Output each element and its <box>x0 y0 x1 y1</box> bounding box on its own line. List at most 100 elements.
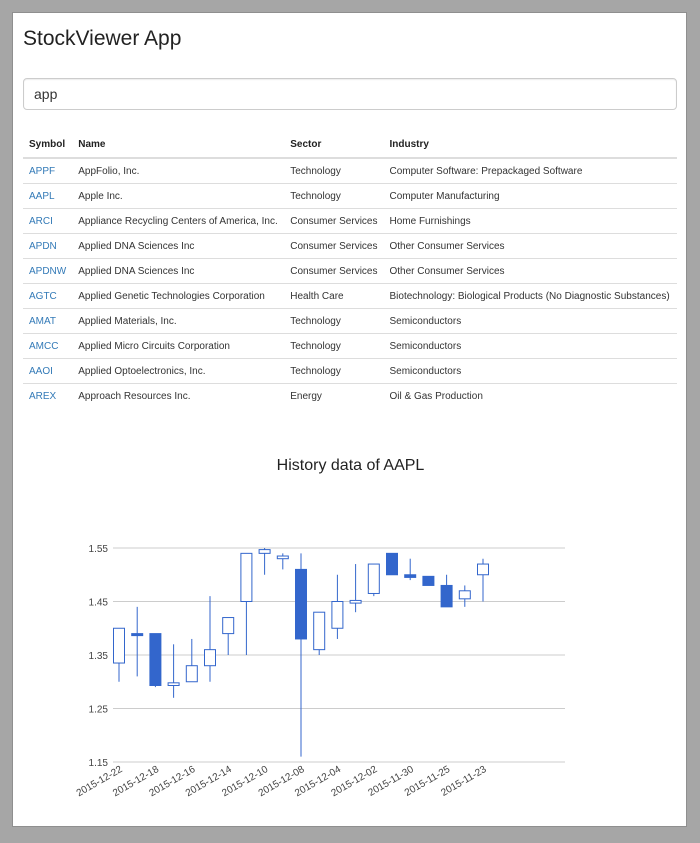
candle <box>167 644 180 698</box>
y-tick-label: 1.55 <box>89 544 109 555</box>
candle <box>185 638 198 683</box>
candle-body <box>240 552 253 602</box>
symbol-link[interactable]: AMAT <box>29 316 56 327</box>
industry-cell: Other Consumer Services <box>383 258 677 284</box>
symbol-link[interactable]: AAPL <box>29 191 55 202</box>
search-input[interactable] <box>23 78 677 110</box>
candle <box>313 611 326 655</box>
candle <box>440 574 453 608</box>
industry-cell: Semiconductors <box>383 308 677 334</box>
candlestick-chart: 1.55 1.45 1.35 1.25 1.15 2015-12-222015-12-1… <box>75 544 565 799</box>
candle <box>258 548 271 575</box>
y-tick-label: 1.45 <box>89 598 109 609</box>
company-name: Applied DNA Sciences Inc <box>72 258 285 284</box>
table-row[interactable]: AMAT Applied Materials, Inc. Technology … <box>23 308 677 334</box>
candle <box>331 574 344 639</box>
candle-body <box>477 563 489 576</box>
candle-body <box>404 574 417 578</box>
column-header-sector: Sector <box>284 131 384 159</box>
column-header-industry: Industry <box>383 131 677 159</box>
candle-body <box>204 649 216 667</box>
industry-cell: Home Furnishings <box>383 208 677 234</box>
sector-cell: Consumer Services <box>284 258 384 284</box>
company-name: Applied Genetic Technologies Corporation <box>72 283 285 309</box>
results-table: Symbol Name Sector Industry APPF AppFoli… <box>23 131 677 408</box>
symbol-link[interactable]: APPF <box>29 166 55 177</box>
symbol-link[interactable]: AGTC <box>29 291 57 302</box>
app-panel: StockViewer App Symbol Name Sector Indus… <box>12 12 687 827</box>
table-row[interactable]: APDNW Applied DNA Sciences Inc Consumer … <box>23 258 677 284</box>
company-name: Appliance Recycling Centers of America, … <box>72 208 285 234</box>
candle <box>422 575 435 586</box>
symbol-link[interactable]: APDNW <box>29 266 66 277</box>
industry-cell: Oil & Gas Production <box>383 383 677 408</box>
candle-body <box>349 599 362 604</box>
column-header-name: Name <box>72 131 285 159</box>
company-name: Approach Resources Inc. <box>72 383 285 408</box>
candle <box>204 596 216 682</box>
sector-cell: Technology <box>284 333 384 359</box>
candle-body <box>167 682 180 686</box>
sector-cell: Energy <box>284 383 384 408</box>
company-name: Apple Inc. <box>72 183 285 209</box>
column-header-symbol: Symbol <box>23 131 73 159</box>
symbol-link[interactable]: APDN <box>29 241 57 252</box>
candle-body <box>386 552 398 576</box>
industry-cell: Semiconductors <box>383 358 677 384</box>
y-tick-label: 1.35 <box>89 651 109 662</box>
industry-cell: Other Consumer Services <box>383 233 677 259</box>
candle-body <box>422 575 435 586</box>
company-name: Applied Optoelectronics, Inc. <box>72 358 285 384</box>
symbol-link[interactable]: AREX <box>29 391 56 402</box>
candle <box>149 633 162 688</box>
candle <box>276 553 289 570</box>
industry-cell: Biotechnology: Biological Products (No D… <box>383 283 677 309</box>
candle <box>349 564 362 613</box>
candle-body <box>367 563 380 594</box>
company-name: Applied Materials, Inc. <box>72 308 285 334</box>
candle-body <box>440 584 453 608</box>
industry-cell: Semiconductors <box>383 333 677 359</box>
candle <box>222 617 235 655</box>
chart-y-axis: 1.55 1.45 1.35 1.25 1.15 <box>89 544 109 769</box>
table-row[interactable]: AREX Approach Resources Inc. Energy Oil … <box>23 383 677 408</box>
candle-body <box>131 633 144 637</box>
candle <box>131 606 144 677</box>
sector-cell: Technology <box>284 308 384 334</box>
symbol-link[interactable]: AMCC <box>29 341 58 352</box>
company-name: Applied Micro Circuits Corporation <box>72 333 285 359</box>
candle-body <box>149 633 162 686</box>
chart-candles <box>113 548 489 757</box>
candle-body <box>113 627 125 664</box>
company-name: Applied DNA Sciences Inc <box>72 233 285 259</box>
table-row[interactable]: APPF AppFolio, Inc. Technology Computer … <box>23 157 677 184</box>
app-title: StockViewer App <box>23 27 182 50</box>
candle-body <box>185 665 198 683</box>
industry-cell: Computer Software: Prepackaged Software <box>383 157 677 184</box>
table-row[interactable]: AAOI Applied Optoelectronics, Inc. Techn… <box>23 358 677 384</box>
industry-cell: Computer Manufacturing <box>383 183 677 209</box>
sector-cell: Consumer Services <box>284 233 384 259</box>
table-row[interactable]: AAPL Apple Inc. Technology Computer Manu… <box>23 183 677 209</box>
y-tick-label: 1.25 <box>89 705 109 716</box>
candle <box>477 558 489 602</box>
candle-body <box>276 555 289 560</box>
candle-body <box>458 590 471 600</box>
table-row[interactable]: APDN Applied DNA Sciences Inc Consumer S… <box>23 233 677 259</box>
candle-body <box>222 617 235 635</box>
table-row[interactable]: AGTC Applied Genetic Technologies Corpor… <box>23 283 677 309</box>
candle <box>113 627 125 682</box>
y-tick-label: 1.15 <box>89 758 109 769</box>
candle-body <box>331 601 344 629</box>
sector-cell: Technology <box>284 157 384 184</box>
candle-body <box>295 568 307 640</box>
candle-body <box>258 549 271 554</box>
table-header-row: Symbol Name Sector Industry <box>23 131 677 159</box>
candle <box>386 552 398 576</box>
table-row[interactable]: AMCC Applied Micro Circuits Corporation … <box>23 333 677 359</box>
chart-gridlines <box>113 547 565 763</box>
symbol-link[interactable]: AAOI <box>29 366 53 377</box>
symbol-link[interactable]: ARCI <box>29 216 53 227</box>
table-row[interactable]: ARCI Appliance Recycling Centers of Amer… <box>23 208 677 234</box>
chart-title: History data of AAPL <box>276 457 425 474</box>
